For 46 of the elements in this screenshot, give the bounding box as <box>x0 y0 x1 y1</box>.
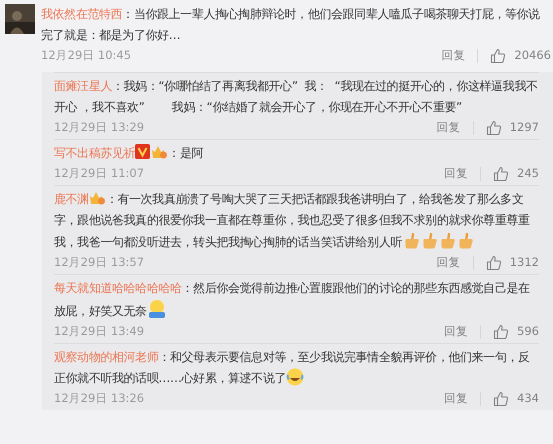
reply-link[interactable]: 回复 <box>436 254 461 272</box>
thumbs-up-icon[interactable] <box>490 48 506 64</box>
reply-text: 面瘫汪星人：我妈：“你哪怕结了再离我都开心” 我： “我现在过的挺开心的，你这样逼我我不开心 ，我不喜欢” 我妈：“你结婚了就会开心了，你现在开心不开心不重要” <box>54 78 539 116</box>
thumbs-up-emoji-icon <box>421 231 438 249</box>
thumbs-up-icon[interactable] <box>493 391 510 407</box>
crown-badge-icon <box>88 190 106 205</box>
shrug-emoji-icon <box>146 299 167 319</box>
comment-text: 我依然在范特西：当你跟上一辈人掏心掏肺辩论时，他们会跟同辈人嗑瓜子喝茶聊天打屁，等你说完了就是：都是为了你好… <box>41 6 541 44</box>
reply-link[interactable]: 回复 <box>436 119 461 137</box>
username-link[interactable]: 面瘫汪星人 <box>54 79 112 93</box>
username-link[interactable]: 写不出稿苏见祈 <box>54 146 136 160</box>
comment-time: 12月29日 10:45 <box>41 47 132 64</box>
username-link[interactable]: 我依然在范特西 <box>41 7 122 21</box>
like-count: 596 <box>517 323 539 340</box>
reply-text: 写不出稿苏见祈 ：是阿 <box>54 143 204 162</box>
like-count: 20466 <box>514 47 551 64</box>
like-count: 1297 <box>510 119 539 136</box>
comment-time: 12月29日 11:07 <box>54 165 144 182</box>
reply-text: 观察动物的相河老师：和父母表示要信息对等，至少我说完事情全貌再评价，他们来一句，反正你就不听我的话呗……心好累，算逑不说了 <box>54 349 531 388</box>
reply-link[interactable]: 回复 <box>444 165 468 183</box>
reply-link[interactable]: 回复 <box>441 47 466 65</box>
verified-badge-icon <box>135 144 150 159</box>
reply-text: 鹿不渊 ：有一次我真崩溃了号啕大哭了三天把话都跟我爸讲明白了，给我爸发了那么多文字，跟他说爸我真的很爱你我一直都在尊重你，我也忍受了很多但我不求别的就求你尊重尊重我，我爸一句都没听进去，转头把我掏心掏肺的话当笑话讲给别人听 <box>54 189 531 251</box>
user-avatar[interactable] <box>5 4 35 34</box>
thumbs-up-emoji-icon <box>457 231 474 249</box>
like-count: 434 <box>517 390 539 408</box>
like-count: 1312 <box>510 254 539 272</box>
thumbs-up-icon[interactable] <box>486 255 502 271</box>
username-link[interactable]: 观察动物的相河老师 <box>54 350 158 364</box>
comment-time: 12月29日 13:26 <box>54 390 144 408</box>
reply-text: 每天就知道哈哈哈哈哈哈：然后你会觉得前边推心置腹跟他们的讨论的那些东西感觉自己是在放屁，好笑又无奈 <box>54 280 531 321</box>
comment-time: 12月29日 13:49 <box>54 323 144 340</box>
thumbs-up-icon[interactable] <box>493 166 510 182</box>
thumbs-up-emoji-icon <box>403 231 420 249</box>
crown-badge-icon <box>151 144 168 159</box>
thumbs-up-icon[interactable] <box>486 120 502 136</box>
comment-time: 12月29日 13:29 <box>54 119 144 136</box>
comment-time: 12月29日 13:57 <box>54 254 144 272</box>
username-link[interactable]: 每天就知道哈哈哈哈哈哈 <box>54 281 182 295</box>
like-count: 245 <box>517 165 539 182</box>
reply-link[interactable]: 回复 <box>444 323 468 341</box>
thumbs-up-emoji-icon <box>439 231 456 249</box>
reply-link[interactable]: 回复 <box>444 390 468 408</box>
thumbs-up-icon[interactable] <box>493 324 510 340</box>
username-link[interactable]: 鹿不渊 <box>54 192 89 206</box>
laughing-emoji-icon <box>286 368 304 386</box>
